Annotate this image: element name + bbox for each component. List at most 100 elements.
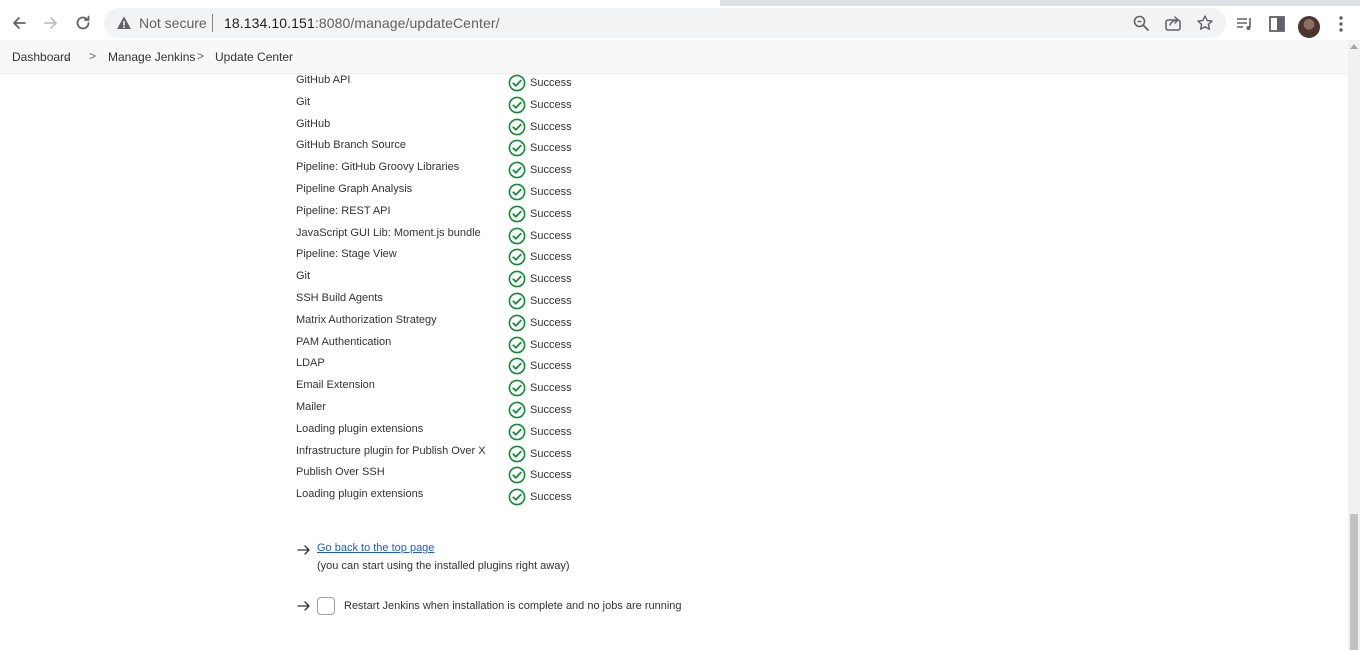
plugin-status-text: Success bbox=[530, 382, 572, 395]
plugin-status: Success bbox=[508, 487, 572, 507]
plugin-status-text: Success bbox=[530, 185, 572, 198]
success-check-icon bbox=[508, 118, 526, 135]
plugin-status: Success bbox=[508, 138, 572, 158]
breadcrumb-manage-jenkins[interactable]: Manage Jenkins bbox=[108, 50, 195, 64]
breadcrumb-separator: > bbox=[89, 49, 97, 63]
success-check-icon bbox=[508, 314, 526, 332]
plugin-name: Loading plugin extensions bbox=[296, 488, 424, 501]
success-check-icon bbox=[508, 205, 526, 223]
address-bar[interactable]: Not secure 18.134.10.151:8080/manage/upd… bbox=[104, 8, 1226, 38]
warning-icon[interactable] bbox=[116, 15, 132, 31]
plugin-status-text: Success bbox=[530, 491, 572, 504]
forward-icon[interactable] bbox=[38, 10, 64, 36]
plugin-status: Success bbox=[508, 247, 572, 267]
success-check-icon bbox=[508, 401, 526, 419]
plugin-status-text: Success bbox=[530, 425, 572, 438]
plugin-row: Mailer Success bbox=[296, 400, 696, 422]
address-divider bbox=[212, 14, 213, 32]
plugin-status: Success bbox=[508, 444, 572, 464]
zoom-icon[interactable] bbox=[1132, 14, 1150, 32]
success-check-icon bbox=[508, 270, 526, 288]
breadcrumb: Dashboard > Manage Jenkins > Update Cent… bbox=[0, 40, 1348, 74]
success-check-icon bbox=[508, 96, 526, 114]
plugin-status-text: Success bbox=[530, 77, 572, 89]
plugin-status: Success bbox=[508, 313, 572, 333]
restart-checkbox-label[interactable]: Restart Jenkins when installation is com… bbox=[344, 600, 682, 612]
media-playlist-icon[interactable] bbox=[1235, 14, 1255, 34]
plugin-status: Success bbox=[508, 95, 572, 115]
back-link-note: (you can start using the installed plugi… bbox=[317, 560, 570, 572]
kebab-menu-icon[interactable] bbox=[1331, 14, 1351, 34]
plugin-status: Success bbox=[508, 269, 572, 289]
plugin-status: Success bbox=[508, 160, 572, 180]
plugin-status: Success bbox=[508, 465, 572, 485]
chevron-down-icon[interactable] bbox=[63, 55, 71, 61]
success-check-icon bbox=[508, 357, 526, 375]
plugin-name: GitHub bbox=[296, 117, 331, 130]
plugin-status: Success bbox=[508, 117, 572, 137]
success-check-icon bbox=[508, 488, 526, 506]
plugin-status: Success bbox=[508, 204, 572, 224]
plugin-status-text: Success bbox=[530, 142, 572, 155]
plugin-row: Pipeline: REST API Success bbox=[296, 204, 696, 226]
breadcrumb-dashboard[interactable]: Dashboard bbox=[12, 50, 71, 64]
plugin-status-text: Success bbox=[530, 98, 572, 111]
url-text[interactable]: 18.134.10.151:8080/manage/updateCenter/ bbox=[224, 15, 500, 31]
success-check-icon bbox=[508, 336, 526, 353]
plugin-status-text: Success bbox=[530, 403, 572, 416]
success-check-icon bbox=[508, 139, 526, 157]
plugin-status-text: Success bbox=[530, 251, 572, 264]
plugin-status: Success bbox=[508, 422, 572, 442]
url-path: :8080/manage/updateCenter/ bbox=[314, 15, 500, 31]
plugin-status: Success bbox=[508, 335, 572, 355]
plugin-name: Matrix Authorization Strategy bbox=[296, 313, 437, 326]
plugin-row: Pipeline Graph Analysis Success bbox=[296, 182, 696, 204]
plugin-name: Publish Over SSH bbox=[296, 466, 385, 479]
plugin-row: Git Success bbox=[296, 95, 696, 117]
plugin-name: Email Extension bbox=[296, 379, 375, 392]
arrow-right-icon bbox=[297, 545, 310, 555]
scrollbar-thumb[interactable] bbox=[1350, 514, 1358, 650]
bookmark-star-icon[interactable] bbox=[1196, 14, 1214, 32]
plugin-status-text: Success bbox=[530, 273, 572, 286]
plugin-name: Pipeline: Stage View bbox=[296, 248, 397, 261]
success-check-icon bbox=[508, 445, 526, 462]
plugin-status: Success bbox=[508, 226, 572, 246]
plugin-status-text: Success bbox=[530, 316, 572, 329]
breadcrumb-separator: > bbox=[197, 49, 205, 63]
back-icon[interactable] bbox=[6, 10, 32, 36]
plugin-status: Success bbox=[508, 400, 572, 420]
profile-avatar[interactable] bbox=[1298, 16, 1320, 38]
plugin-row: Loading plugin extensions Success bbox=[296, 487, 696, 509]
plugin-row: Loading plugin extensions Success bbox=[296, 422, 696, 444]
plugin-status-text: Success bbox=[530, 229, 572, 242]
breadcrumb-update-center[interactable]: Update Center bbox=[215, 50, 293, 64]
plugin-status: Success bbox=[508, 182, 572, 202]
plugin-status: Success bbox=[508, 291, 572, 311]
url-host: 18.134.10.151 bbox=[224, 15, 315, 31]
plugin-status-text: Success bbox=[530, 469, 572, 482]
share-icon[interactable] bbox=[1164, 14, 1182, 32]
plugin-name: Pipeline: GitHub Groovy Libraries bbox=[296, 161, 460, 174]
restart-checkbox[interactable] bbox=[317, 597, 335, 615]
plugin-name: Pipeline Graph Analysis bbox=[296, 182, 413, 195]
plugin-row: GitHub Success bbox=[296, 117, 696, 139]
plugin-name: Git bbox=[296, 270, 311, 283]
reload-icon[interactable] bbox=[70, 10, 96, 36]
go-back-top-link[interactable]: Go back to the top page bbox=[317, 542, 434, 554]
plugin-name: Mailer bbox=[296, 400, 326, 413]
plugin-status-text: Success bbox=[530, 207, 572, 220]
plugin-name: LDAP bbox=[296, 357, 325, 370]
success-check-icon bbox=[508, 248, 526, 266]
plugin-status-text: Success bbox=[530, 120, 572, 133]
scroll-up-arrow-icon[interactable] bbox=[1350, 44, 1358, 49]
plugin-row: LDAP Success bbox=[296, 356, 696, 378]
success-check-icon bbox=[508, 466, 526, 484]
plugin-status-text: Success bbox=[530, 294, 572, 307]
security-label[interactable]: Not secure bbox=[139, 15, 207, 31]
success-check-icon bbox=[508, 379, 526, 397]
side-panel-icon[interactable] bbox=[1267, 14, 1287, 34]
page-scrollbar[interactable] bbox=[1348, 40, 1360, 650]
plugin-row: Infrastructure plugin for Publish Over X… bbox=[296, 444, 696, 466]
plugin-name: Loading plugin extensions bbox=[296, 422, 424, 435]
